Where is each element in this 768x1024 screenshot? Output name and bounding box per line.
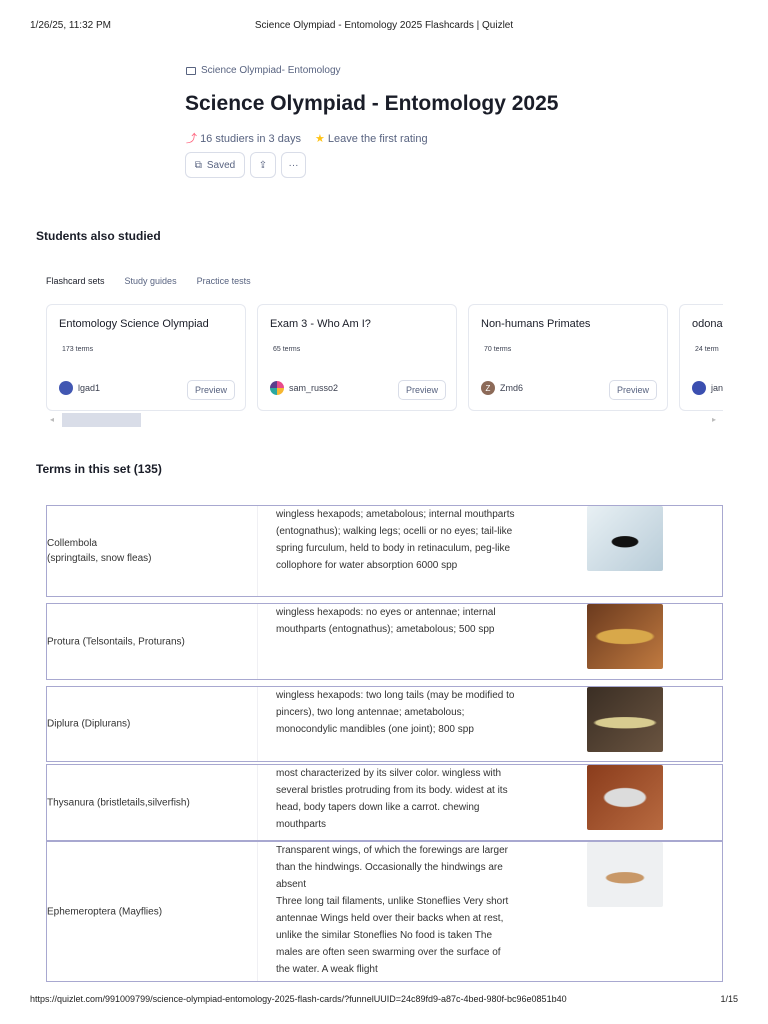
horizontal-scrollbar[interactable] [62, 413, 141, 427]
card-terms: 65 terms [273, 346, 301, 353]
term-text: Diplura (Diplurans) [47, 718, 131, 730]
trending-icon: ⤴ [186, 133, 197, 145]
saved-button[interactable]: ⧉ Saved [185, 152, 245, 178]
term-row: Ephemeroptera (Mayflies) Transparent win… [46, 841, 723, 982]
tab-study-guides[interactable]: Study guides [125, 276, 177, 286]
scroll-right-icon[interactable]: ▸ [712, 415, 716, 424]
avatar [270, 381, 284, 395]
studiers-count: 16 studiers in 3 days [200, 133, 301, 145]
definition-text: wingless hexapods; ametabolous; internal… [276, 509, 515, 571]
set-card[interactable]: odonat 24 term jan [679, 304, 723, 411]
card-title: Non-humans Primates [481, 318, 591, 330]
definition-text: wingless hexapods: two long tails (may b… [276, 690, 515, 735]
tab-flashcard-sets[interactable]: Flashcard sets [46, 276, 105, 286]
card-user[interactable]: lgad1 [78, 383, 100, 393]
rating-label: Leave the first rating [327, 132, 428, 145]
tabs: Flashcard sets Study guides Practice tes… [46, 276, 251, 286]
breadcrumb-label: Science Olympiad- Entomology [201, 65, 341, 76]
term-row: Collembola (springtails, snow fleas) win… [46, 505, 723, 597]
more-icon: ··· [288, 159, 299, 171]
card-terms: 173 terms [62, 346, 94, 353]
scroll-left-icon[interactable]: ◂ [50, 415, 54, 424]
term-text: Thysanura (bristletails,silverfish) [47, 797, 190, 808]
card-title: odonat [692, 318, 723, 330]
term-text: Protura (Telsontails, Proturans) [47, 636, 185, 647]
card-title: Exam 3 - Who Am I? [270, 318, 371, 330]
card-terms: 24 term [695, 346, 719, 353]
card-user[interactable]: jan [711, 383, 723, 393]
term-row: Thysanura (bristletails,silverfish) most… [46, 764, 723, 841]
saved-icon: ⧉ [194, 159, 202, 171]
share-button[interactable]: ⇪ [250, 152, 276, 178]
print-url: https://quizlet.com/991009799/science-ol… [30, 994, 567, 1004]
term-text: Ephemeroptera (Mayflies) [47, 906, 163, 917]
rating-link[interactable]: ★ Leave the first rating [315, 132, 428, 145]
silverfish-image [587, 765, 663, 830]
term-row: Diplura (Diplurans) wingless hexapods: t… [46, 686, 723, 762]
card-title: Entomology Science Olympiad [59, 318, 209, 330]
star-icon: ★ [314, 132, 325, 145]
more-button[interactable]: ··· [281, 152, 306, 178]
also-studied-heading: Students also studied [36, 229, 161, 243]
share-icon: ⇪ [258, 159, 268, 171]
preview-button[interactable]: Preview [398, 380, 446, 400]
card-terms: 70 terms [484, 346, 512, 353]
springtail-image [587, 506, 663, 571]
proturan-image [587, 604, 663, 669]
saved-label: Saved [206, 159, 236, 171]
page-title: Science Olympiad - Entomology 2025 [185, 92, 559, 115]
tab-practice-tests[interactable]: Practice tests [197, 276, 251, 286]
print-page: 1/15 [720, 994, 738, 1004]
mayfly-image [587, 842, 663, 907]
print-title: Science Olympiad - Entomology 2025 Flash… [254, 20, 514, 31]
set-card[interactable]: Non-humans Primates 70 terms Z Zmd6 Prev… [468, 304, 668, 411]
card-user[interactable]: sam_russo2 [289, 383, 338, 393]
definition-text: most characterized by its silver color. … [276, 768, 508, 830]
preview-button[interactable]: Preview [609, 380, 657, 400]
set-card[interactable]: Exam 3 - Who Am I? 65 terms sam_russo2 P… [257, 304, 457, 411]
card-user[interactable]: Zmd6 [500, 383, 523, 393]
avatar [59, 381, 73, 395]
preview-button[interactable]: Preview [187, 380, 235, 400]
definition-text: Transparent wings, of which the forewing… [276, 845, 509, 975]
breadcrumb[interactable]: Science Olympiad- Entomology [186, 65, 341, 76]
avatar [692, 381, 706, 395]
term-text: Collembola (springtails, snow fleas) [47, 538, 152, 564]
set-stats: ⤴ 16 studiers in 3 days ★ Leave the firs… [186, 130, 428, 146]
dipluran-image [587, 687, 663, 752]
folder-icon [186, 66, 196, 75]
set-card[interactable]: Entomology Science Olympiad 173 terms lg… [46, 304, 246, 411]
terms-heading: Terms in this set (135) [36, 462, 162, 476]
definition-text: wingless hexapods: no eyes or antennae; … [276, 607, 496, 635]
avatar: Z [481, 381, 495, 395]
term-row: Protura (Telsontails, Proturans) wingles… [46, 603, 723, 680]
